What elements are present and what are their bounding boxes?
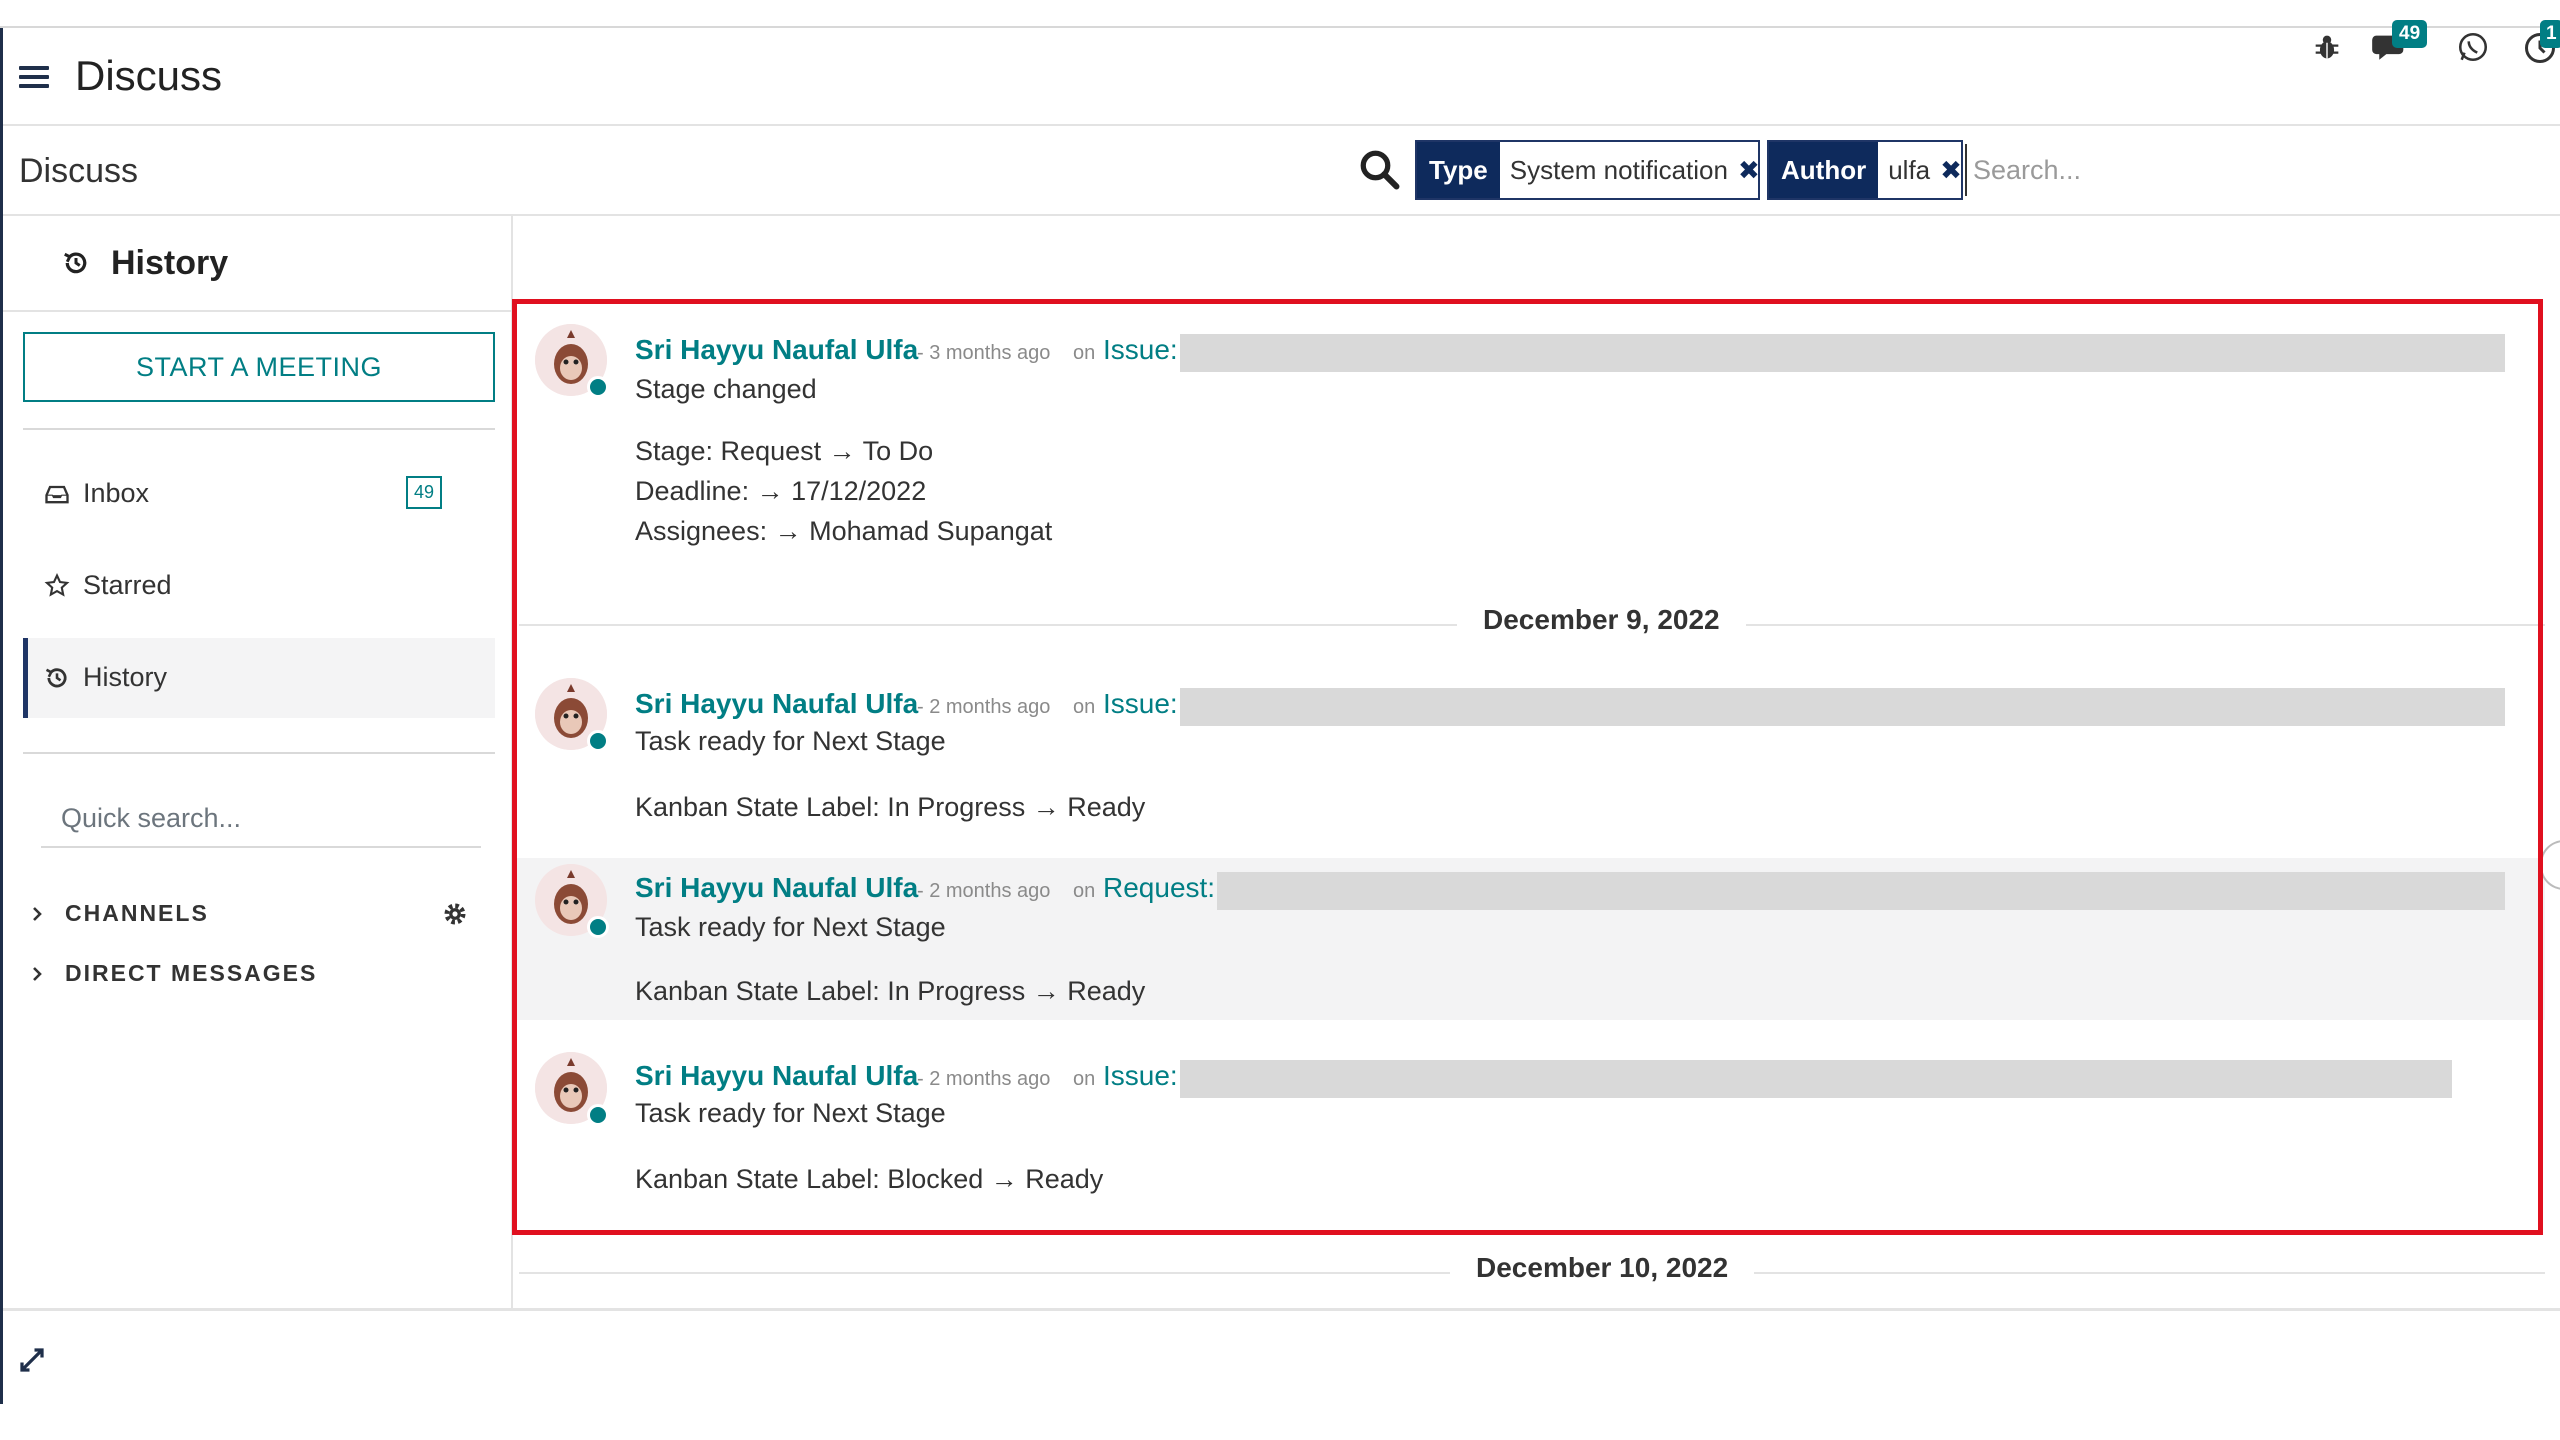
record-link[interactable]: Issue: — [1103, 688, 1178, 720]
date-label: December 9, 2022 — [1457, 604, 1746, 636]
tracking-value: Kanban State Label: Blocked → Ready — [635, 1164, 1104, 1194]
avatar[interactable] — [535, 864, 609, 938]
message-author[interactable]: Sri Hayyu Naufal Ulfa — [635, 872, 918, 904]
facet-label: Author — [1769, 142, 1879, 198]
tracking-value: Kanban State Label: In Progress → Ready — [635, 976, 1146, 1006]
inbox-count-badge: 49 — [406, 476, 443, 509]
message: Sri Hayyu Naufal Ulfa - 3 months ago on … — [515, 312, 2545, 614]
tracking-value: Deadline: → 17/12/2022 — [635, 476, 927, 506]
tracking-value: Kanban State Label: In Progress → Ready — [635, 792, 1146, 822]
divider — [23, 752, 495, 754]
message-author[interactable]: Sri Hayyu Naufal Ulfa — [635, 334, 918, 366]
avatar[interactable] — [535, 1052, 609, 1126]
category-label: CHANNELS — [65, 900, 209, 926]
bottom-bar — [3, 1308, 2560, 1404]
message-on-label: on — [1073, 342, 1096, 364]
facet-label: Type — [1417, 142, 1500, 198]
avatar[interactable] — [535, 678, 609, 752]
message-on-label: on — [1073, 696, 1096, 718]
control-panel: Discuss Type System notification ✖ Autho… — [3, 126, 2560, 216]
message-on-label: on — [1073, 880, 1096, 902]
history-icon — [64, 252, 87, 274]
menu-icon[interactable] — [19, 66, 49, 88]
date-separator: December 10, 2022 — [515, 1252, 2545, 1292]
record-link[interactable]: Issue: — [1103, 1060, 1178, 1092]
history-icon — [45, 668, 67, 688]
search-input[interactable] — [1965, 144, 2525, 196]
record-link[interactable]: Issue: — [1103, 334, 1178, 366]
start-meeting-button[interactable]: START A MEETING — [23, 332, 495, 402]
message: Sri Hayyu Naufal Ulfa - 2 months ago on … — [515, 858, 2545, 1020]
message-on-label: on — [1073, 1068, 1096, 1090]
expand-icon[interactable] — [17, 1345, 47, 1375]
category-direct-messages[interactable]: DIRECT MESSAGES — [29, 960, 317, 987]
message-time: - 2 months ago — [917, 880, 1051, 902]
sidebar-item-starred[interactable]: Starred — [23, 546, 495, 626]
gear-icon[interactable] — [441, 900, 469, 928]
tracking-value: Assignees: → Mohamad Supangat — [635, 516, 1053, 546]
online-status-dot — [587, 1104, 609, 1126]
message-subject: Task ready for Next Stage — [635, 1098, 946, 1128]
avatar[interactable] — [535, 324, 609, 398]
sidebar-item-inbox[interactable]: Inbox 49 — [23, 454, 495, 534]
facet-value: System notification — [1509, 154, 1728, 185]
redacted-record-name — [1180, 1060, 2452, 1098]
message: Sri Hayyu Naufal Ulfa - 2 months ago on … — [515, 1028, 2545, 1218]
discuss-sidebar: History START A MEETING Inbox 49 Starred… — [3, 216, 513, 1308]
inbox-icon — [45, 485, 69, 504]
chevron-right-icon — [33, 906, 42, 921]
divider — [23, 428, 495, 430]
message-subject: Task ready for Next Stage — [635, 726, 946, 756]
bug-icon[interactable] — [2310, 30, 2344, 64]
message-time: - 3 months ago — [917, 342, 1051, 364]
sidebar-item-label: History — [83, 662, 168, 692]
breadcrumb: Discuss — [19, 152, 139, 190]
sidebar-item-label: Inbox — [83, 478, 150, 508]
message: Sri Hayyu Naufal Ulfa - 2 months ago on … — [515, 668, 2545, 846]
date-label: December 10, 2022 — [1450, 1252, 1755, 1284]
search-facet-type[interactable]: Type System notification ✖ — [1415, 140, 1760, 200]
sidebar-header-title: History — [111, 244, 229, 282]
online-status-dot — [587, 376, 609, 398]
message-time: - 2 months ago — [917, 696, 1051, 718]
quick-search-input[interactable] — [41, 790, 481, 848]
sidebar-item-history[interactable]: History — [23, 638, 495, 718]
app-title[interactable]: Discuss — [75, 52, 222, 100]
facet-remove-icon[interactable]: ✖ — [1738, 142, 1768, 198]
search-icon[interactable] — [1358, 148, 1400, 190]
category-channels[interactable]: CHANNELS — [29, 900, 209, 927]
redacted-record-name — [1180, 334, 2505, 372]
message-subject: Stage changed — [635, 374, 817, 404]
sidebar-header: History — [3, 216, 513, 312]
main-navbar: Discuss — [3, 28, 2560, 126]
chat-count-badge: 49 — [2392, 20, 2428, 48]
message-subject: Task ready for Next Stage — [635, 912, 946, 942]
redacted-record-name — [1217, 872, 2505, 910]
tracking-value: Stage: Request → To Do — [635, 436, 934, 466]
activity-count-badge: 1 — [2540, 20, 2560, 48]
search-facet-author[interactable]: Author ulfa ✖ — [1767, 140, 1963, 200]
category-label: DIRECT MESSAGES — [65, 960, 318, 986]
message-thread: Sri Hayyu Naufal Ulfa - 3 months ago on … — [515, 216, 2560, 1308]
date-separator: December 9, 2022 — [515, 604, 2545, 644]
facet-value: ulfa — [1888, 154, 1931, 185]
chevron-right-icon — [33, 966, 42, 981]
message-time: - 2 months ago — [917, 1068, 1051, 1090]
message-author[interactable]: Sri Hayyu Naufal Ulfa — [635, 688, 918, 720]
sidebar-item-label: Starred — [83, 570, 172, 600]
whatsapp-icon[interactable] — [2456, 30, 2490, 64]
online-status-dot — [587, 916, 609, 938]
star-icon — [44, 573, 70, 597]
record-link[interactable]: Request: — [1103, 872, 1215, 904]
message-author[interactable]: Sri Hayyu Naufal Ulfa — [635, 1060, 918, 1092]
online-status-dot — [587, 730, 609, 752]
redacted-record-name — [1180, 688, 2505, 726]
